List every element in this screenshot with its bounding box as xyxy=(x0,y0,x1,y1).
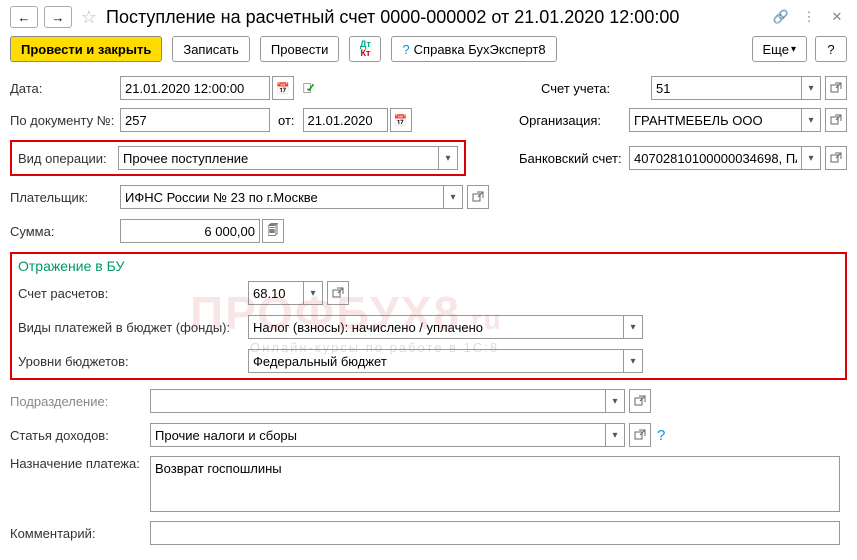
calendar-icon[interactable]: 📅 xyxy=(272,76,294,100)
sum-input[interactable] xyxy=(120,219,260,243)
payer-input[interactable] xyxy=(120,185,443,209)
dropdown-icon[interactable]: ▾ xyxy=(801,108,821,132)
comment-input[interactable] xyxy=(150,521,840,545)
bank-input[interactable] xyxy=(629,146,801,170)
docnum-input[interactable] xyxy=(120,108,270,132)
post-and-close-button[interactable]: Провести и закрыть xyxy=(10,36,162,62)
doc-status-icon[interactable] xyxy=(298,76,320,100)
income-label: Статья доходов: xyxy=(10,428,150,443)
org-input[interactable] xyxy=(629,108,801,132)
org-label: Организация: xyxy=(519,113,629,128)
post-button[interactable]: Провести xyxy=(260,36,340,62)
open-icon[interactable] xyxy=(467,185,489,209)
more-button[interactable]: Еще ▾ xyxy=(752,36,807,62)
dropdown-icon[interactable]: ▾ xyxy=(438,146,458,170)
open-icon[interactable] xyxy=(825,146,847,170)
docnum-from-label: от: xyxy=(278,113,295,128)
dropdown-icon[interactable]: ▾ xyxy=(801,76,821,100)
date-label: Дата: xyxy=(10,81,120,96)
nav-back-button[interactable]: ← xyxy=(10,6,38,28)
purpose-label: Назначение платежа: xyxy=(10,456,150,471)
bu-section-title: Отражение в БУ xyxy=(18,258,839,274)
paytype-input[interactable] xyxy=(248,315,623,339)
page-title: Поступление на расчетный счет 0000-00000… xyxy=(106,7,765,28)
link-icon[interactable]: 🔗 xyxy=(771,7,791,27)
income-input[interactable] xyxy=(150,423,605,447)
open-icon[interactable] xyxy=(825,108,847,132)
dropdown-icon[interactable]: ▾ xyxy=(605,389,625,413)
date-input[interactable] xyxy=(120,76,270,100)
open-icon[interactable] xyxy=(629,423,651,447)
dropdown-icon[interactable]: ▾ xyxy=(443,185,463,209)
help-icon[interactable]: ? xyxy=(657,427,665,444)
docnum-from-input[interactable] xyxy=(303,108,388,132)
budget-input[interactable] xyxy=(248,349,623,373)
open-icon[interactable] xyxy=(327,281,349,305)
open-icon[interactable] xyxy=(629,389,651,413)
dept-label: Подразделение: xyxy=(10,394,150,409)
account-input[interactable] xyxy=(651,76,801,100)
movements-button[interactable]: ДтКт xyxy=(349,36,381,62)
budget-label: Уровни бюджетов: xyxy=(18,354,248,369)
dropdown-icon[interactable]: ▾ xyxy=(623,315,643,339)
purpose-textarea[interactable] xyxy=(150,456,840,512)
optype-input[interactable] xyxy=(118,146,438,170)
settle-input[interactable] xyxy=(248,281,303,305)
dropdown-icon[interactable]: ▾ xyxy=(605,423,625,447)
paytype-label: Виды платежей в бюджет (фонды): xyxy=(18,320,248,335)
dropdown-icon[interactable]: ▾ xyxy=(303,281,323,305)
calendar-icon[interactable]: 📅 xyxy=(390,108,412,132)
docnum-label: По документу №: xyxy=(10,113,120,128)
settle-label: Счет расчетов: xyxy=(18,286,248,301)
calculator-icon[interactable]: 🗐 xyxy=(262,219,284,243)
dropdown-icon[interactable]: ▾ xyxy=(801,146,821,170)
dept-input[interactable] xyxy=(150,389,605,413)
optype-label: Вид операции: xyxy=(18,151,118,166)
vdots-icon[interactable]: ⋮ xyxy=(799,7,819,27)
save-button[interactable]: Записать xyxy=(172,36,250,62)
account-label: Счет учета: xyxy=(541,81,651,96)
comment-label: Комментарий: xyxy=(10,526,150,541)
close-icon[interactable]: ✕ xyxy=(827,7,847,27)
help-button[interactable]: ? xyxy=(815,36,847,62)
dropdown-icon[interactable]: ▾ xyxy=(623,349,643,373)
nav-forward-button[interactable]: → xyxy=(44,6,72,28)
payer-label: Плательщик: xyxy=(10,190,120,205)
sum-label: Сумма: xyxy=(10,224,120,239)
open-icon[interactable] xyxy=(825,76,847,100)
favorite-icon[interactable]: ☆ xyxy=(78,6,100,28)
help-ref-button[interactable]: ?Справка БухЭксперт8 xyxy=(391,36,556,62)
bank-label: Банковский счет: xyxy=(519,151,629,166)
